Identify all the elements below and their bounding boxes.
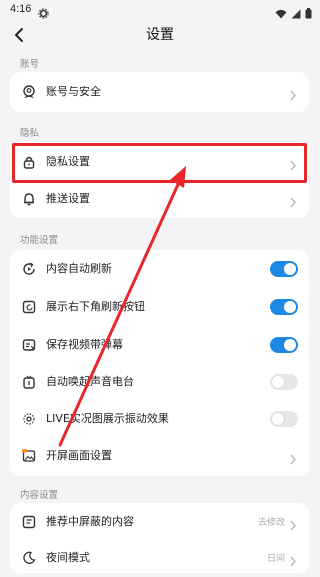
chevron-right-icon: [289, 86, 297, 101]
chevron-right-icon: [289, 193, 297, 208]
night-mode-value: 日间: [266, 554, 285, 564]
auto-refresh-item: 内容自动刷新: [10, 250, 309, 288]
status-time: 4:16: [10, 3, 32, 15]
night-mode-label: 夜间模式: [46, 551, 90, 564]
save-danmaku-label: 保存视频带弹幕: [46, 338, 123, 351]
corner-refresh-icon: [22, 299, 36, 314]
features-card: 内容自动刷新 展示右下角刷新按钮 保存视频带弹幕 自动唤起声音电台 LIVE实况…: [10, 250, 309, 476]
wifi-icon: [275, 4, 287, 23]
blocked-content-value: 去修改: [257, 518, 285, 528]
refresh-button-item: 展示右下角刷新按钮: [10, 288, 309, 326]
vibration-icon: [22, 411, 36, 425]
splash-screen-item[interactable]: 开屏画面设置: [10, 437, 309, 475]
auto-radio-item: 自动唤起声音电台: [10, 363, 309, 401]
live-vibration-item: LIVE实况图展示振动效果: [10, 400, 309, 438]
account-security-item[interactable]: 账号与安全: [10, 73, 309, 111]
nav-bar: 设置: [0, 22, 320, 48]
section-label-privacy: 隐私: [20, 128, 40, 139]
refresh-button-toggle[interactable]: [270, 299, 298, 315]
auto-radio-toggle[interactable]: [270, 374, 298, 390]
auto-refresh-toggle[interactable]: [270, 261, 298, 277]
section-label-account: 账号: [20, 59, 40, 70]
live-vibration-label: LIVE实况图展示振动效果: [46, 412, 169, 425]
blocked-content-item[interactable]: 推荐中屏蔽的内容 去修改: [10, 503, 309, 541]
image-icon: [22, 448, 36, 462]
chevron-right-icon: [289, 450, 297, 465]
auto-refresh-label: 内容自动刷新: [46, 262, 112, 275]
user-badge-icon: [22, 84, 36, 99]
signal-icon: [291, 4, 301, 23]
bell-icon: [22, 191, 36, 206]
video-danmaku-icon: [22, 337, 36, 351]
auto-radio-label: 自动唤起声音电台: [46, 375, 134, 388]
blocked-content-label: 推荐中屏蔽的内容: [46, 515, 134, 528]
save-danmaku-toggle[interactable]: [270, 337, 298, 353]
chevron-right-icon: [289, 516, 297, 531]
night-mode-item[interactable]: 夜间模式 日间: [10, 539, 309, 577]
live-vibration-toggle[interactable]: [270, 411, 298, 427]
battery-icon: [305, 4, 312, 23]
settings-notification-icon: [38, 4, 49, 23]
moon-icon: [22, 550, 36, 564]
radio-icon: [22, 374, 36, 389]
block-content-icon: [22, 514, 36, 529]
account-security-label: 账号与安全: [46, 85, 101, 98]
content-card: 推荐中屏蔽的内容 去修改 夜间模式 日间: [10, 503, 309, 573]
chevron-right-icon: [289, 552, 297, 567]
push-settings-item[interactable]: 推送设置: [10, 180, 309, 218]
privacy-highlight-box: [12, 143, 307, 183]
refresh-button-label: 展示右下角刷新按钮: [46, 300, 145, 313]
save-danmaku-item: 保存视频带弹幕: [10, 326, 309, 364]
section-label-content: 内容设置: [20, 490, 59, 501]
section-label-features: 功能设置: [20, 235, 59, 246]
refresh-icon: [22, 261, 36, 275]
push-settings-label: 推送设置: [46, 192, 90, 205]
page-title: 设置: [146, 27, 174, 43]
status-bar: 4:16: [0, 0, 320, 22]
account-card: 账号与安全: [10, 72, 309, 112]
splash-screen-label: 开屏画面设置: [46, 449, 112, 462]
